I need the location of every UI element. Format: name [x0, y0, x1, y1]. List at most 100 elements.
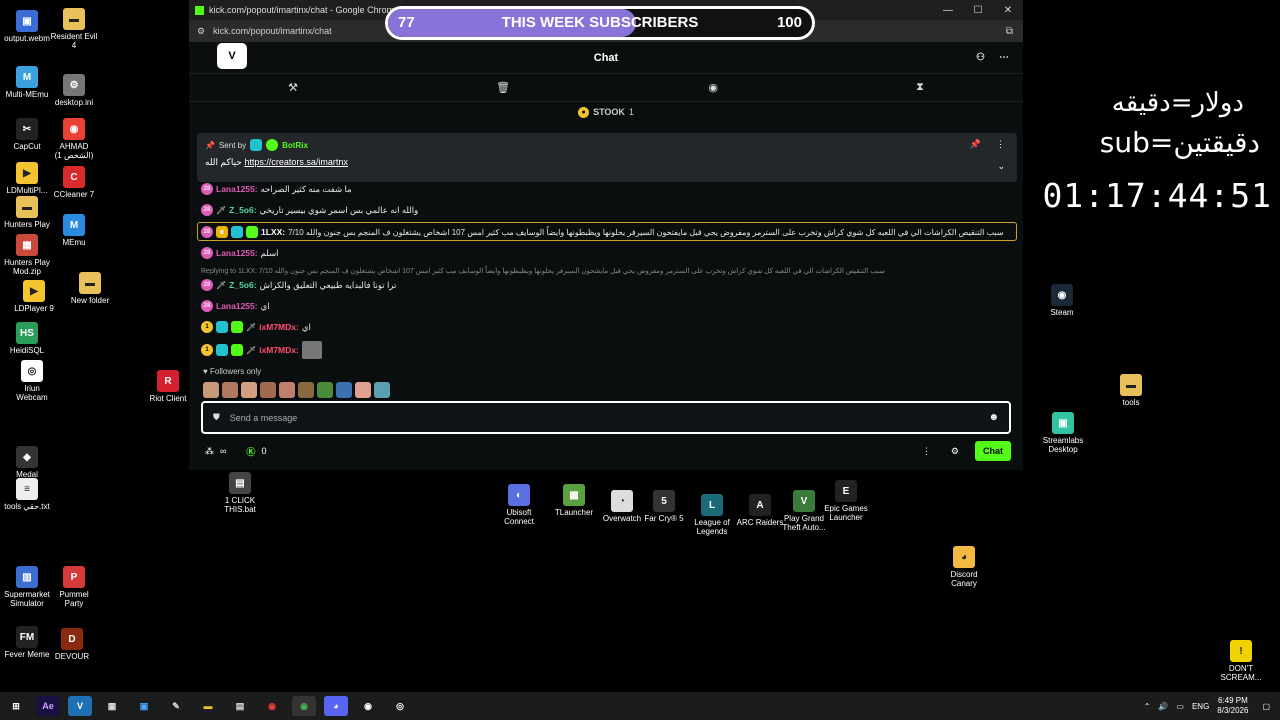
- site-info-icon[interactable]: ⚙: [197, 26, 205, 37]
- maximize-button[interactable]: ☐: [963, 5, 993, 16]
- desktop-shortcut[interactable]: P Pummel Party: [42, 566, 106, 608]
- moderator-badge-icon: [216, 321, 228, 333]
- channel-logo[interactable]: V: [217, 43, 247, 69]
- emote-icon[interactable]: [317, 382, 333, 398]
- chat-username[interactable]: Lana1255:: [216, 184, 258, 194]
- chat-username[interactable]: Z_5o6:: [229, 205, 256, 215]
- after-effects-icon[interactable]: Ae: [36, 696, 60, 716]
- emote-icon[interactable]: [241, 382, 257, 398]
- hammer-icon[interactable]: ⚒: [288, 81, 298, 94]
- users-icon[interactable]: ⚇: [976, 52, 985, 63]
- desktop-shortcut[interactable]: ≡ tools حقي.txt: [0, 478, 59, 511]
- desktop-shortcut[interactable]: D DEVOUR: [40, 628, 104, 661]
- pinned-options-icon[interactable]: ⋮: [996, 139, 1005, 150]
- emote-icon[interactable]: [298, 382, 314, 398]
- clock[interactable]: 6:49 PM 8/3/2026: [1217, 696, 1248, 715]
- chat-message[interactable]: 28 Lana1255: ما شفت منه كثير الصراحه: [201, 183, 352, 195]
- emote-icon[interactable]: [222, 382, 238, 398]
- chevron-down-icon[interactable]: ⌄: [997, 161, 1005, 172]
- chat-message[interactable]: 28 🗡 Z_5o6: ترا تونا فالبدايه طبيعي التع…: [201, 279, 396, 291]
- chat-username[interactable]: Z_5o6:: [229, 280, 256, 290]
- notifications-icon[interactable]: ▢: [1262, 702, 1270, 711]
- desktop-shortcut[interactable]: C CCleaner 7: [42, 166, 106, 199]
- pinned-link[interactable]: https://creators.sa/imartnx: [244, 157, 348, 167]
- translate-icon[interactable]: ⧉: [1006, 26, 1013, 37]
- store-bag-icon[interactable]: ▤: [228, 696, 252, 716]
- bot-badge-icon: [250, 139, 263, 151]
- emote-icon[interactable]: [374, 382, 390, 398]
- settings-gear-icon[interactable]: ⚙: [951, 446, 959, 457]
- language-indicator[interactable]: ENG: [1192, 702, 1209, 711]
- desktop-shortcut[interactable]: ⚙ desktop.ini: [42, 74, 106, 107]
- more-options-icon[interactable]: ⋯: [999, 52, 1009, 63]
- bot-name[interactable]: BotRix: [282, 141, 308, 150]
- network-icon[interactable]: ▭: [1176, 702, 1184, 711]
- unpin-icon[interactable]: 📌: [970, 139, 981, 150]
- file-explorer-icon[interactable]: ▬: [196, 696, 220, 716]
- desktop-shortcut[interactable]: E Epic Games Launcher: [814, 480, 878, 522]
- chat-message[interactable]: 28 🗡 Z_5o6: والله انه عالمي بس اسمر شوي …: [201, 204, 418, 216]
- message-input[interactable]: ⛊ Send a message ☻: [201, 401, 1011, 434]
- desktop-shortcut[interactable]: ▬ New folder: [58, 272, 122, 305]
- desktop-shortcut[interactable]: ▦ Hunters Play Mod.zip: [0, 234, 59, 276]
- desktop-shortcut[interactable]: ▬ tools: [1099, 374, 1163, 407]
- send-chat-button[interactable]: Chat: [975, 441, 1011, 461]
- pinned-prefix: حياكم الله: [205, 157, 242, 167]
- emote-icon[interactable]: [355, 382, 371, 398]
- desktop-shortcut-label: Steam: [1050, 308, 1074, 317]
- chat-message[interactable]: 28 Lana1255: اسلم: [201, 247, 279, 259]
- chat-username[interactable]: 1LXX:: [261, 227, 285, 237]
- windows-start-icon[interactable]: ⊞: [4, 696, 28, 716]
- emote-icon[interactable]: [260, 382, 276, 398]
- points-value: ∞: [220, 446, 227, 456]
- desktop-shortcut-label: Iriun Webcam: [16, 384, 48, 403]
- desktop-shortcut[interactable]: ◉ AHMAD (الشخص 1): [42, 118, 106, 160]
- tool-icon[interactable]: ✎: [164, 696, 188, 716]
- store-icon[interactable]: ▣: [132, 696, 156, 716]
- desktop-shortcut[interactable]: ◕ Discord Canary: [932, 546, 996, 588]
- emote-icon[interactable]: [203, 382, 219, 398]
- desktop-shortcut[interactable]: ▬ Resident Evil 4: [42, 8, 106, 50]
- chat-username[interactable]: Lana1255:: [216, 301, 258, 311]
- steam-taskbar-icon[interactable]: ◉: [356, 696, 380, 716]
- desktop-shortcut[interactable]: HS HeidiSQL: [0, 322, 59, 355]
- chevron-up-icon[interactable]: ⌃: [1144, 702, 1151, 711]
- chrome-icon[interactable]: ◉: [260, 696, 284, 716]
- kick-coin-icon[interactable]: Ⓚ: [246, 445, 255, 458]
- chat-username[interactable]: Lana1255:: [216, 248, 258, 258]
- emote-icon[interactable]: [336, 382, 352, 398]
- chrome-active-icon[interactable]: ◉: [292, 696, 316, 716]
- chrome-window: kick.com/popout/imartinx/chat - Google C…: [189, 0, 1023, 470]
- desktop-shortcut[interactable]: ▶ LDPlayer 9: [2, 280, 66, 313]
- obs-icon[interactable]: ◎: [388, 696, 412, 716]
- points-icon[interactable]: ⁂: [205, 446, 214, 457]
- chat-username[interactable]: ixM7MDx:: [259, 345, 299, 355]
- desktop-shortcut-label: LDPlayer 9: [14, 304, 54, 313]
- more-icon[interactable]: ⋮: [922, 446, 931, 457]
- chat-message[interactable]: 1 🗡 ixM7MDx:: [201, 341, 322, 359]
- desktop-shortcut[interactable]: ◎ Iriun Webcam: [0, 360, 64, 402]
- desktop-shortcut[interactable]: ! DON'T SCREAM...: [1209, 640, 1273, 682]
- desktop-shortcut[interactable]: ◉ Steam: [1030, 284, 1094, 317]
- desktop-shortcut[interactable]: ▣ Streamlabs Desktop: [1031, 412, 1095, 454]
- chat-message[interactable]: 28 ♛ 1LXX: سبب التنقيص الكراشات الي في ا…: [201, 226, 1004, 238]
- volume-icon[interactable]: 🔊: [1158, 702, 1168, 711]
- minimize-button[interactable]: —: [933, 5, 963, 16]
- close-button[interactable]: ✕: [993, 5, 1023, 16]
- desktop-shortcut[interactable]: ▤ 1 CLICK THIS.bat: [208, 472, 272, 514]
- chat-message[interactable]: 28 Lana1255: اي: [201, 300, 270, 312]
- reply-preview[interactable]: Replying to 1LXX: 7/10 سبب التنقيص الكرا…: [201, 267, 885, 275]
- chat-bubble-icon[interactable]: ◉: [708, 81, 718, 94]
- emoji-icon[interactable]: ☻: [988, 412, 999, 423]
- calculator-icon[interactable]: ▦: [100, 696, 124, 716]
- folder-icon: ▬: [1120, 374, 1142, 396]
- chat-username[interactable]: ixM7MDx:: [259, 322, 299, 332]
- pinned-message[interactable]: 📌 Sent by BotRix حياكم الله https://crea…: [197, 133, 1017, 182]
- chat-message[interactable]: 1 🗡 ixM7MDx: اي: [201, 321, 311, 333]
- trash-icon[interactable]: 🗑: [496, 81, 510, 94]
- desktop-shortcut[interactable]: ◆ Medal: [0, 446, 59, 479]
- emote-icon[interactable]: [279, 382, 295, 398]
- visual-studio-icon[interactable]: V: [68, 696, 92, 716]
- hourglass-icon[interactable]: ⧗: [916, 81, 924, 94]
- discord-icon[interactable]: ◕: [324, 696, 348, 716]
